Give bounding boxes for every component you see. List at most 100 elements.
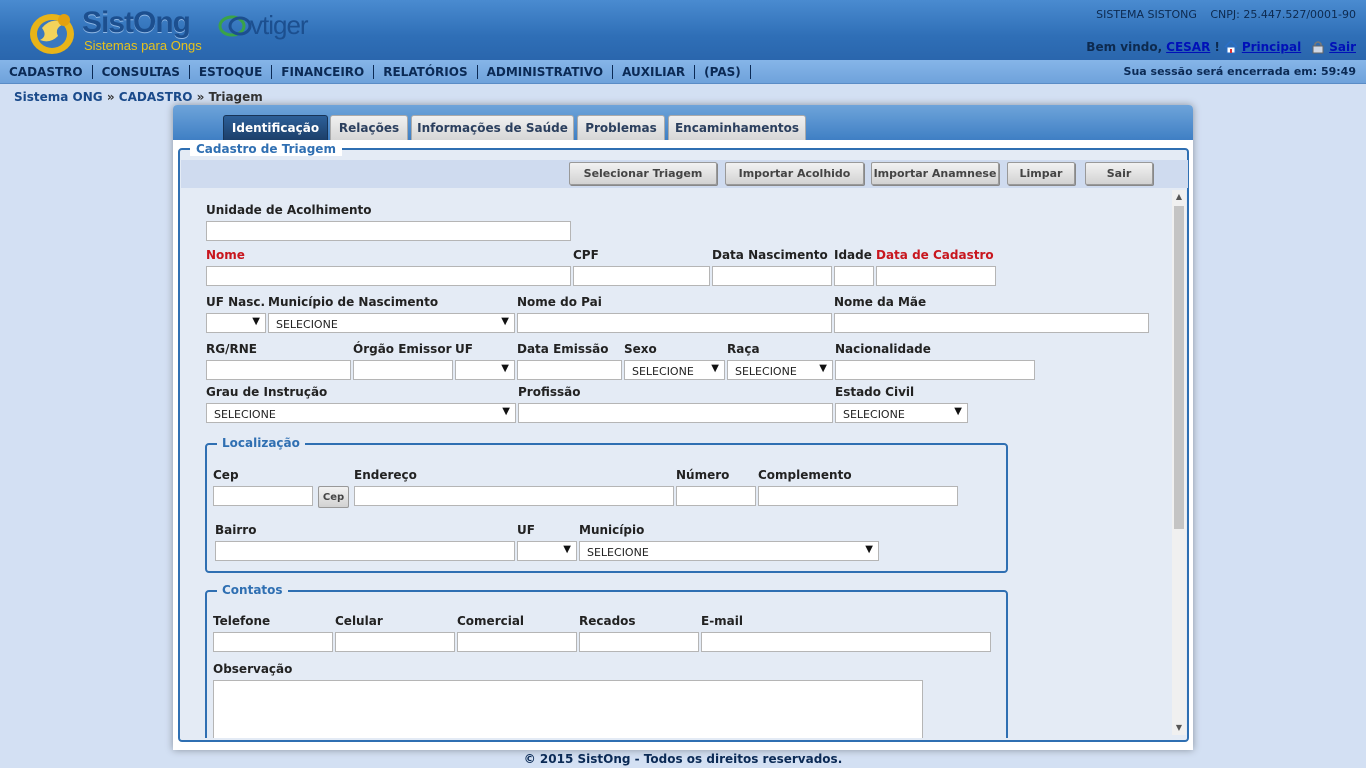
bairro-input[interactable] bbox=[215, 541, 515, 561]
cpf-input[interactable] bbox=[573, 266, 710, 286]
nome-input[interactable] bbox=[206, 266, 571, 286]
menu-pas[interactable]: (PAS) bbox=[695, 64, 751, 79]
uf-nasc-select[interactable]: ▼ bbox=[206, 313, 266, 333]
buscar-cep-button[interactable]: Cep bbox=[318, 486, 349, 508]
scrollbar-thumb[interactable] bbox=[1174, 206, 1184, 529]
sexo-select[interactable]: SELECIONE ▼ bbox=[624, 360, 725, 380]
tab-informacoes-saude[interactable]: Informações de Saúde bbox=[411, 115, 574, 140]
select-value: SELECIONE bbox=[214, 408, 276, 421]
endereco-input[interactable] bbox=[354, 486, 674, 506]
label-raca: Raça bbox=[727, 342, 760, 356]
data-cadastro-input[interactable] bbox=[876, 266, 996, 286]
breadcrumb-current: Triagem bbox=[208, 90, 263, 104]
unidade-input[interactable] bbox=[206, 221, 571, 241]
lock-icon[interactable] bbox=[1311, 40, 1325, 54]
label-grau-instrucao: Grau de Instrução bbox=[206, 385, 328, 399]
breadcrumb-root[interactable]: Sistema ONG bbox=[14, 90, 103, 104]
municipio-nascimento-select[interactable]: SELECIONE ▼ bbox=[268, 313, 515, 333]
menu-financeiro[interactable]: FINANCEIRO bbox=[272, 64, 375, 79]
cnpj: CNPJ: 25.447.527/0001-90 bbox=[1210, 8, 1356, 21]
label-nacionalidade: Nacionalidade bbox=[835, 342, 931, 356]
label-municipio-nascimento: Município de Nascimento bbox=[268, 295, 439, 309]
idade-input[interactable] bbox=[834, 266, 874, 286]
estado-civil-select[interactable]: SELECIONE ▼ bbox=[835, 403, 968, 423]
label-recados: Recados bbox=[579, 614, 636, 628]
uf-endereco-select[interactable]: ▼ bbox=[517, 541, 577, 561]
label-rg: RG/RNE bbox=[206, 342, 257, 356]
dropdown-arrow-icon: ▼ bbox=[252, 316, 260, 327]
principal-link[interactable]: Principal bbox=[1242, 40, 1301, 54]
breadcrumb-section[interactable]: CADASTRO bbox=[119, 90, 193, 104]
label-uf-nasc: UF Nasc. bbox=[206, 295, 266, 309]
uf-select[interactable]: ▼ bbox=[455, 360, 515, 380]
action-toolbar: Selecionar Triagem Importar Acolhido Imp… bbox=[181, 160, 1188, 188]
label-numero: Número bbox=[676, 468, 730, 482]
user-link[interactable]: CESAR bbox=[1166, 40, 1210, 54]
vertical-scrollbar[interactable]: ▲ ▼ bbox=[1172, 190, 1186, 735]
label-idade: Idade bbox=[834, 248, 872, 262]
label-sexo: Sexo bbox=[624, 342, 657, 356]
rg-input[interactable] bbox=[206, 360, 351, 380]
localizacao-section: Localização Cep Endereço Número Compleme… bbox=[205, 436, 1008, 573]
dropdown-arrow-icon: ▼ bbox=[865, 544, 873, 555]
raca-select[interactable]: SELECIONE ▼ bbox=[727, 360, 833, 380]
scroll-down-icon[interactable]: ▼ bbox=[1172, 721, 1186, 735]
tab-problemas[interactable]: Problemas bbox=[577, 115, 665, 140]
importar-acolhido-button[interactable]: Importar Acolhido bbox=[725, 162, 864, 185]
recados-input[interactable] bbox=[579, 632, 699, 652]
menu-consultas[interactable]: CONSULTAS bbox=[93, 64, 190, 79]
tab-encaminhamentos[interactable]: Encaminhamentos bbox=[668, 115, 806, 140]
menu-administrativo[interactable]: ADMINISTRATIVO bbox=[478, 64, 614, 79]
sistong-logo-icon bbox=[30, 14, 74, 54]
home-icon[interactable] bbox=[1224, 40, 1238, 54]
tab-identificacao[interactable]: Identificação bbox=[223, 115, 328, 140]
nome-mae-input[interactable] bbox=[834, 313, 1149, 333]
brand-name: SistOng bbox=[82, 6, 191, 39]
selecionar-triagem-button[interactable]: Selecionar Triagem bbox=[569, 162, 717, 185]
nacionalidade-input[interactable] bbox=[835, 360, 1035, 380]
observacao-textarea[interactable] bbox=[213, 680, 923, 738]
grau-instrucao-select[interactable]: SELECIONE ▼ bbox=[206, 403, 516, 423]
breadcrumb-separator: » bbox=[196, 90, 205, 104]
nome-pai-input[interactable] bbox=[517, 313, 832, 333]
form-content: Unidade de Acolhimento Nome CPF Data Nas… bbox=[181, 188, 1171, 738]
label-unidade: Unidade de Acolhimento bbox=[206, 203, 372, 217]
contatos-legend: Contatos bbox=[217, 583, 288, 597]
dropdown-arrow-icon: ▼ bbox=[501, 316, 509, 327]
numero-input[interactable] bbox=[676, 486, 756, 506]
menu-estoque[interactable]: ESTOQUE bbox=[190, 64, 273, 79]
sair-button[interactable]: Sair bbox=[1085, 162, 1153, 185]
label-email: E-mail bbox=[701, 614, 744, 628]
menu-cadastro[interactable]: CADASTRO bbox=[0, 64, 93, 79]
label-nome-pai: Nome do Pai bbox=[517, 295, 602, 309]
comercial-input[interactable] bbox=[457, 632, 577, 652]
data-nascimento-input[interactable] bbox=[712, 266, 832, 286]
email-input[interactable] bbox=[701, 632, 991, 652]
label-telefone: Telefone bbox=[213, 614, 271, 628]
complemento-input[interactable] bbox=[758, 486, 958, 506]
menu-auxiliar[interactable]: AUXILIAR bbox=[613, 64, 696, 79]
tab-relacoes[interactable]: Relações bbox=[330, 115, 408, 140]
tab-bar: Identificação Relações Informações de Sa… bbox=[173, 105, 1193, 140]
breadcrumb: Sistema ONG » CADASTRO » Triagem bbox=[14, 90, 263, 104]
menu-relatorios[interactable]: RELATÓRIOS bbox=[374, 64, 478, 79]
welcome-text: Bem vindo, bbox=[1086, 40, 1163, 54]
cep-input[interactable] bbox=[213, 486, 313, 506]
celular-input[interactable] bbox=[335, 632, 455, 652]
telefone-input[interactable] bbox=[213, 632, 333, 652]
label-nome: Nome bbox=[206, 248, 245, 262]
profissao-input[interactable] bbox=[518, 403, 833, 423]
label-estado-civil: Estado Civil bbox=[835, 385, 915, 399]
label-cpf: CPF bbox=[573, 248, 599, 262]
select-value: SELECIONE bbox=[632, 365, 694, 378]
orgao-emissor-input[interactable] bbox=[353, 360, 453, 380]
footer-copyright: © 2015 SistOng - Todos os direitos reser… bbox=[523, 752, 843, 766]
limpar-button[interactable]: Limpar bbox=[1007, 162, 1075, 185]
scroll-up-icon[interactable]: ▲ bbox=[1172, 190, 1186, 204]
municipio-select[interactable]: SELECIONE ▼ bbox=[579, 541, 879, 561]
data-emissao-input[interactable] bbox=[517, 360, 622, 380]
importar-anamnese-button[interactable]: Importar Anamnese bbox=[871, 162, 999, 185]
logout-link[interactable]: Sair bbox=[1329, 40, 1356, 54]
label-celular: Celular bbox=[335, 614, 383, 628]
label-data-emissao: Data Emissão bbox=[517, 342, 609, 356]
